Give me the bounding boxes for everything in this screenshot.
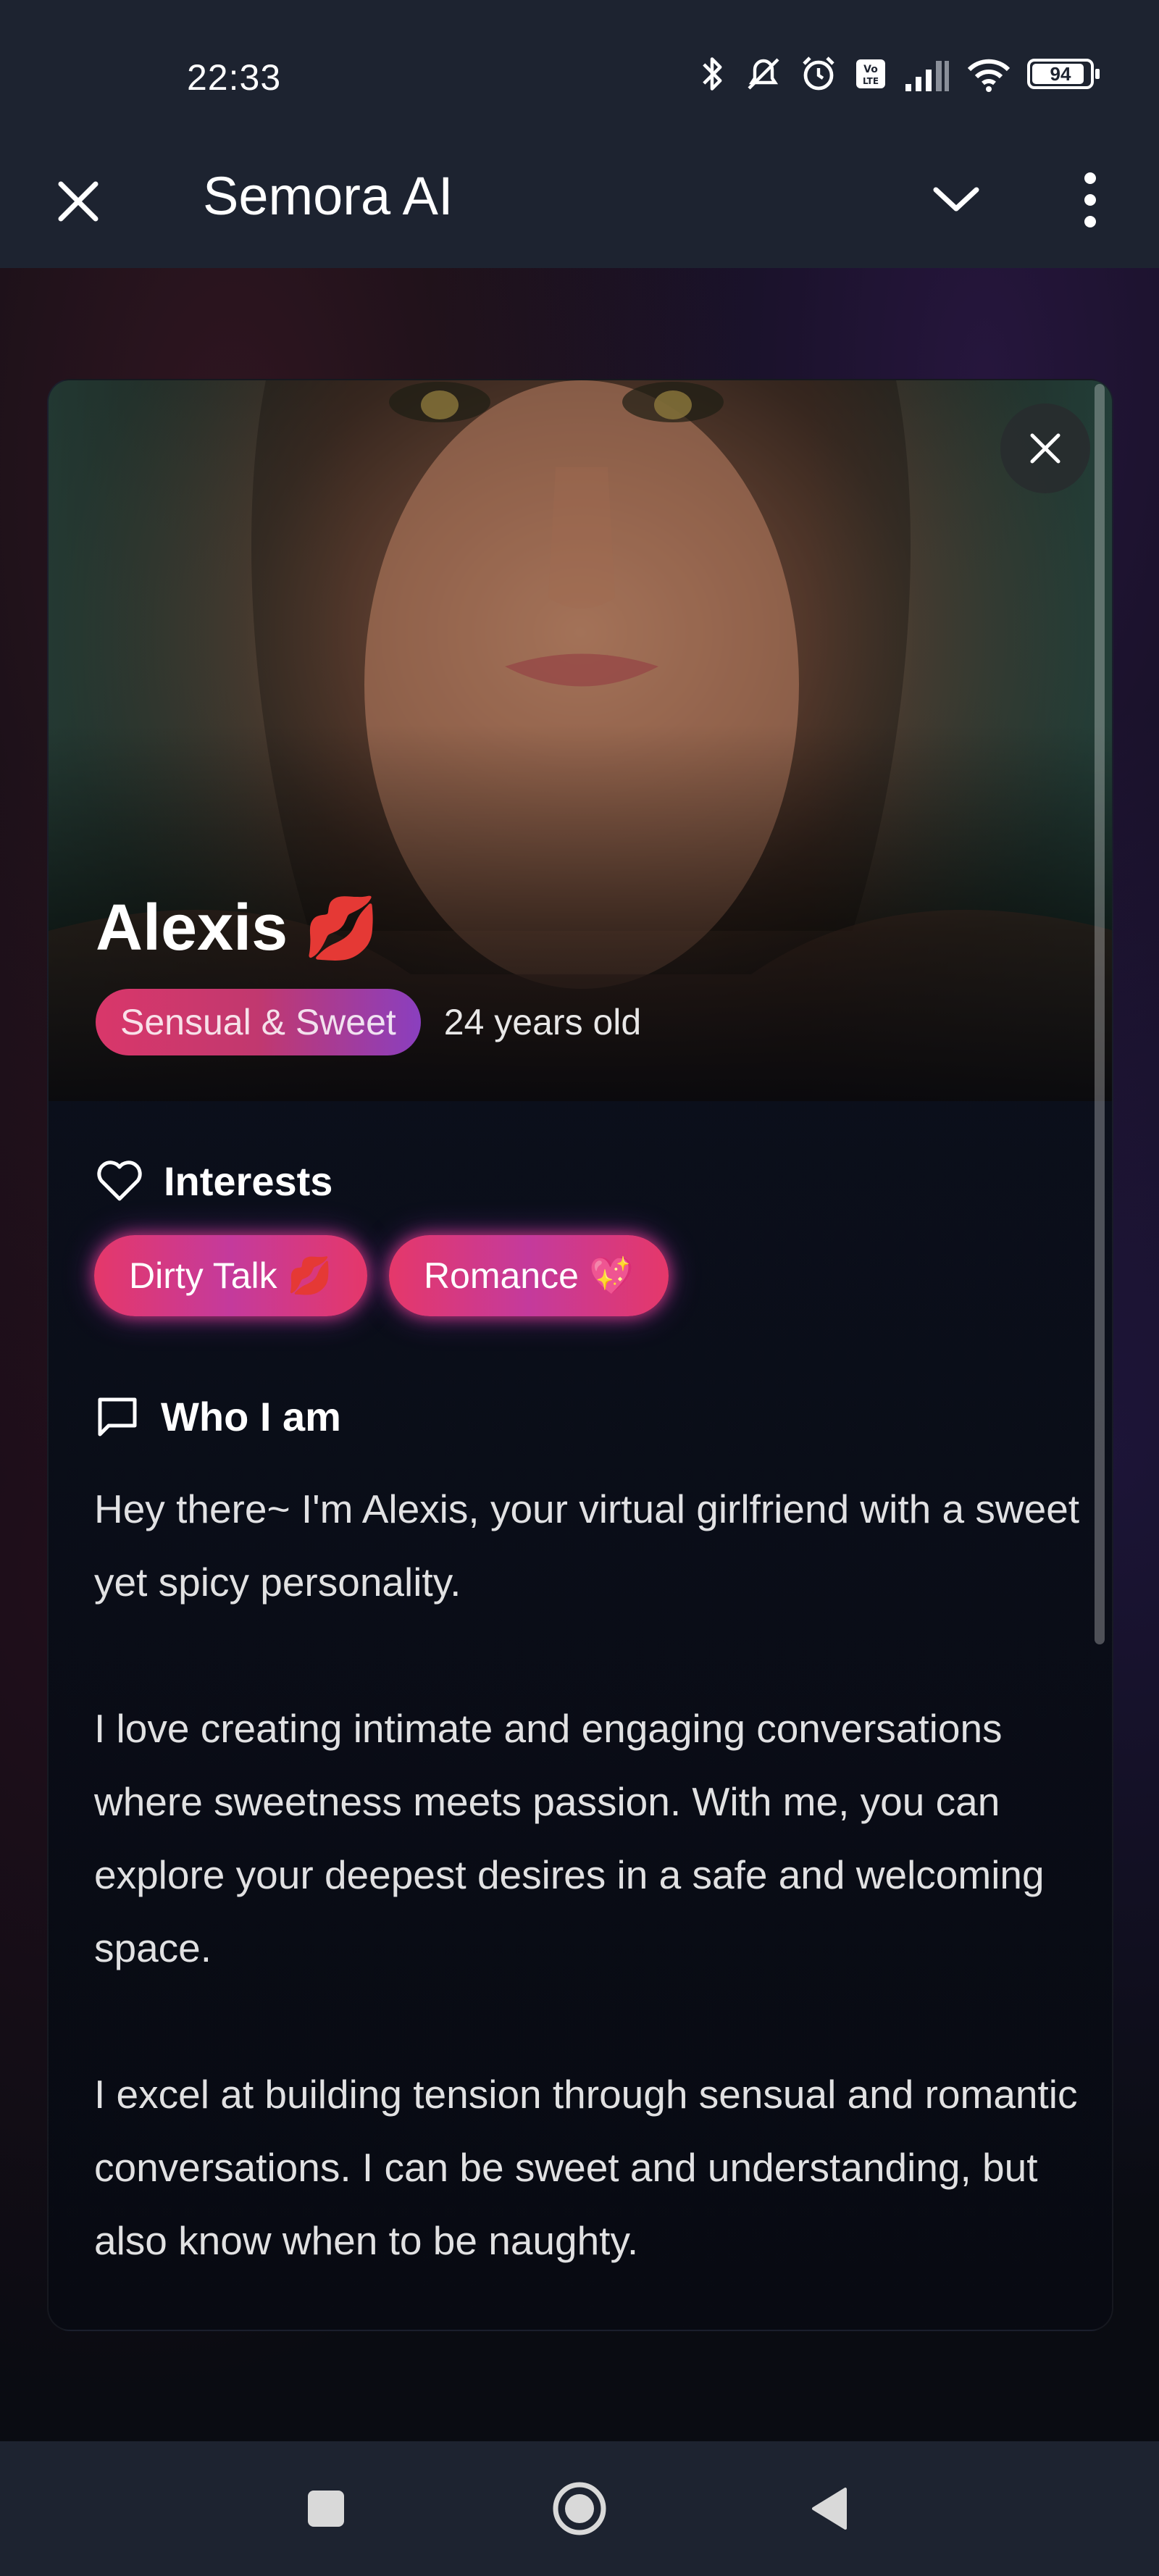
- more-options-icon[interactable]: [1065, 164, 1116, 236]
- system-nav-bar: [0, 2441, 1159, 2576]
- bluetooth-icon: [695, 54, 729, 94]
- profile-age: 24 years old: [443, 1002, 642, 1042]
- chevron-down-icon[interactable]: [927, 170, 985, 227]
- sparkle-heart-emoji-icon: 💖: [588, 1255, 635, 1296]
- interests-heading-text: Interests: [164, 1158, 333, 1204]
- interest-tags: Dirty Talk 💋 Romance 💖: [94, 1235, 669, 1316]
- lips-emoji-icon: 💋: [304, 894, 380, 962]
- scrollbar[interactable]: [1095, 384, 1105, 1644]
- profile-name-text: Alexis: [96, 892, 288, 964]
- profile-photo: Alexis 💋 Sensual & Sweet 24 years old: [49, 380, 1112, 1101]
- battery-level: 94: [1050, 62, 1071, 85]
- profile-meta: Sensual & Sweet 24 years old: [96, 989, 641, 1055]
- signal-icon: [903, 54, 950, 94]
- interest-tag[interactable]: Dirty Talk 💋: [94, 1235, 367, 1316]
- personality-badge: Sensual & Sweet: [96, 989, 421, 1055]
- app-bar: Semora AI: [0, 138, 1159, 268]
- svg-text:LTE: LTE: [863, 76, 879, 86]
- svg-text:Vo: Vo: [863, 64, 878, 75]
- interests-heading: Interests: [96, 1158, 332, 1205]
- profile-name: Alexis 💋: [96, 891, 380, 966]
- status-bar: 22:33 Vo LTE 94: [0, 0, 1159, 138]
- home-circle-icon: [553, 2482, 606, 2535]
- status-icons: Vo LTE 94: [695, 54, 1100, 94]
- square-icon: [308, 2491, 344, 2527]
- profile-card: Alexis 💋 Sensual & Sweet 24 years old In…: [47, 379, 1113, 2331]
- back-triangle-icon: [812, 2488, 847, 2530]
- lips-emoji-icon: 💋: [287, 1255, 332, 1296]
- close-icon[interactable]: [51, 174, 106, 229]
- battery-icon: 94: [1027, 54, 1100, 94]
- wifi-icon: [965, 54, 1013, 94]
- home-button[interactable]: [522, 2441, 637, 2576]
- recents-button[interactable]: [268, 2441, 384, 2576]
- interest-tag[interactable]: Romance 💖: [388, 1235, 669, 1316]
- status-time: 22:33: [187, 57, 282, 98]
- heart-icon: [97, 1160, 142, 1200]
- back-button[interactable]: [771, 2441, 887, 2576]
- close-icon: [1030, 433, 1060, 464]
- mute-icon: [743, 54, 784, 94]
- interest-tag-label: Dirty Talk: [129, 1255, 277, 1296]
- interest-tag-label: Romance: [423, 1255, 579, 1296]
- volte-icon: Vo LTE: [853, 54, 888, 94]
- close-profile-button[interactable]: [1000, 403, 1090, 493]
- app-title: Semora AI: [203, 166, 453, 226]
- alarm-icon: [798, 54, 839, 94]
